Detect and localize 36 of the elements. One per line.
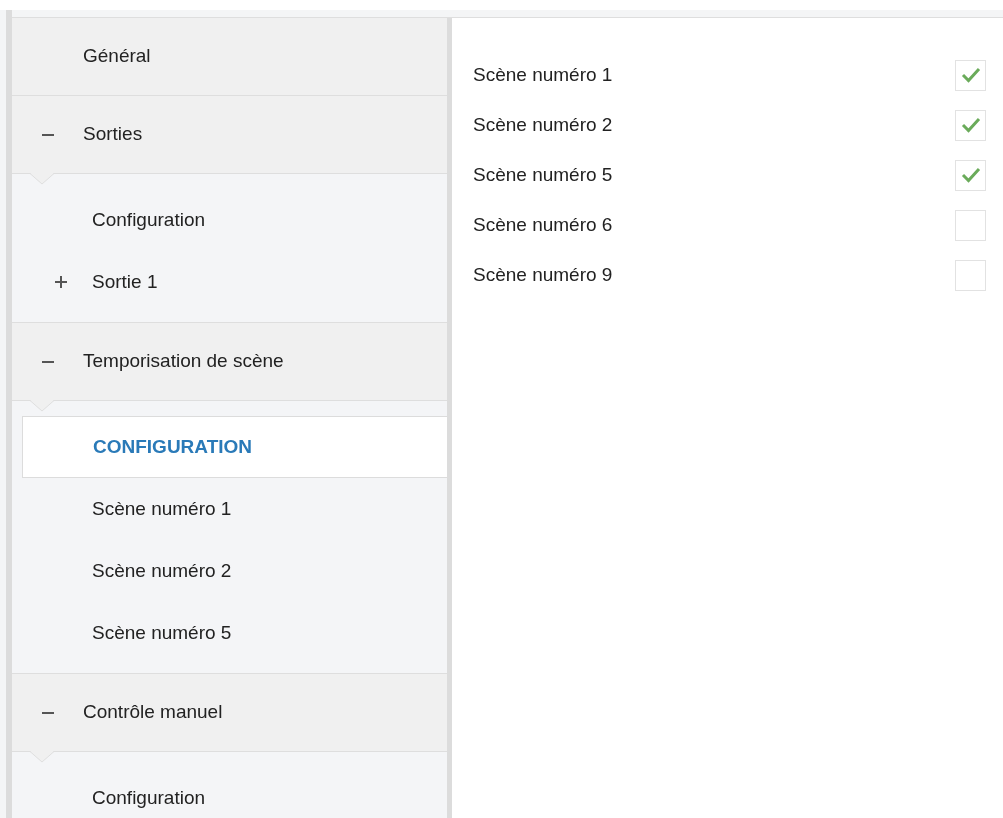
section-label: Sorties <box>83 122 143 147</box>
scene-label: Scène numéro 5 <box>473 162 613 187</box>
checkbox[interactable] <box>955 209 986 241</box>
section-label: Temporisation de scène <box>83 349 284 374</box>
scene-label: Scène numéro 9 <box>473 262 613 287</box>
check-icon <box>960 117 981 133</box>
tree-item-label: Scène numéro 1 <box>92 496 232 521</box>
scene-label: Scène numéro 6 <box>473 212 613 237</box>
tree-item-label: CONFIGURATION <box>93 434 253 459</box>
tree-item-label: Configuration <box>92 785 206 810</box>
tree-item[interactable]: CONFIGURATION <box>22 416 447 478</box>
section-label: Général <box>83 44 151 69</box>
scene-label: Scène numéro 2 <box>473 112 613 137</box>
scene-label: Scène numéro 1 <box>473 62 613 87</box>
section-header[interactable]: Général <box>12 18 447 96</box>
tree-item-label: Configuration <box>92 207 206 232</box>
check-icon <box>960 167 981 183</box>
tree-item[interactable]: Configuration <box>12 767 447 818</box>
checkbox[interactable] <box>955 159 986 191</box>
check-icon <box>960 67 981 83</box>
tree-item[interactable]: Scène numéro 2 <box>12 540 447 602</box>
checkbox[interactable] <box>955 259 986 291</box>
tree-item[interactable]: Configuration <box>12 189 447 251</box>
section-label: Contrôle manuel <box>83 700 223 725</box>
section-header[interactable]: Temporisation de scène <box>12 323 447 401</box>
tree-item[interactable]: Scène numéro 5 <box>12 602 447 664</box>
tree-item[interactable]: Sortie 1 <box>12 251 447 313</box>
checkbox[interactable] <box>955 109 986 141</box>
tree-item[interactable]: Scène numéro 1 <box>12 478 447 540</box>
tree-item-label: Sortie 1 <box>92 269 158 294</box>
tree-item-label: Scène numéro 2 <box>92 558 232 583</box>
checkbox[interactable] <box>955 59 986 91</box>
tree-item-label: Scène numéro 5 <box>92 620 232 645</box>
section-header[interactable]: Sorties <box>12 96 447 174</box>
plus-icon[interactable] <box>54 275 68 289</box>
section-header[interactable]: Contrôle manuel <box>12 674 447 752</box>
